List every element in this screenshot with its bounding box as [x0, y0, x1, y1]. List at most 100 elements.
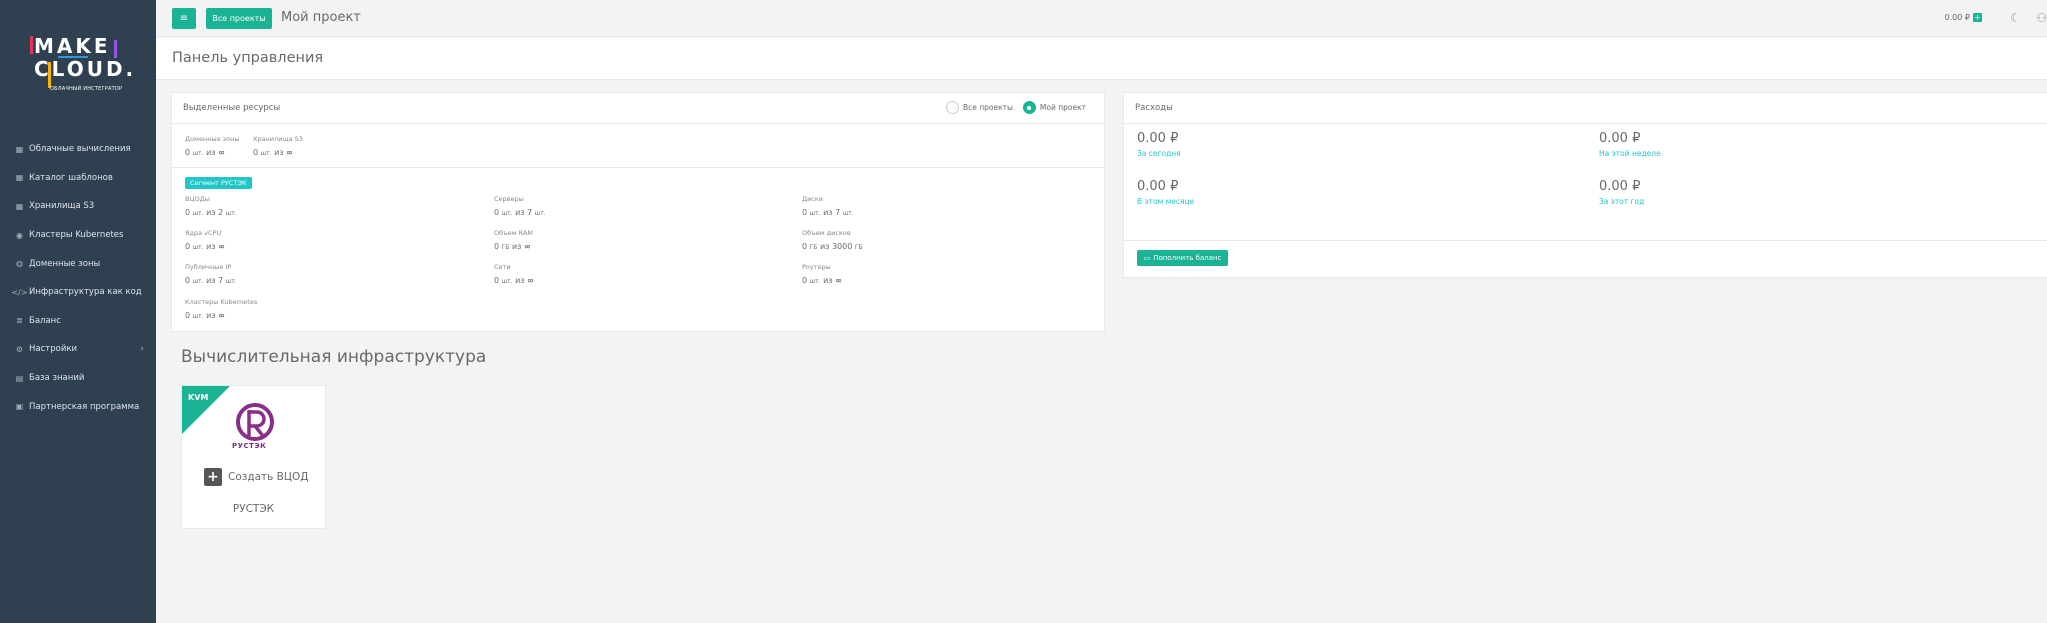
stat-label: Объем RAM [494, 229, 533, 237]
stat-label: Серверы [494, 195, 524, 203]
s3-stat: Хранилища S3 0 шт. из ∞ [253, 135, 303, 157]
vcpu-stat: Ядра vCPU 0 шт. из ∞ [185, 229, 225, 251]
stat-of: из [515, 208, 525, 217]
database-icon: ≣ [16, 316, 23, 326]
menu-toggle-button[interactable]: ≡ [172, 8, 196, 29]
logo-line2: CLOUD. [34, 57, 137, 81]
rustek-logo-icon [236, 403, 274, 441]
sidebar-item-settings[interactable]: ⚙ Настройки › [0, 335, 156, 364]
rustek-brand-label: РУСТЭК [232, 442, 267, 450]
sidebar-item-label: Облачные вычисления [29, 144, 131, 155]
stat-max: 7 [527, 208, 533, 217]
stat-of: из [206, 148, 216, 157]
stat-value: 0 шт. из ∞ [253, 148, 303, 157]
sidebar-item-kubernetes[interactable]: ◉ Кластеры Kubernetes [0, 221, 156, 250]
stat-max: ∞ [527, 276, 534, 285]
stat-number: 0 [494, 276, 500, 285]
plus-icon[interactable]: + [1973, 13, 1982, 22]
stat-number: 0 [185, 276, 191, 285]
balance-indicator[interactable]: 0.00 ₽ + [1945, 13, 1982, 22]
ram-stat: Объем RAM 0 ГБ из ∞ [494, 229, 533, 251]
project-scope-radio-group: Все проекты Мой проект [945, 101, 1086, 114]
stat-value: 0 шт. из ∞ [494, 276, 534, 285]
disk-volume-stat: Объем дисков 0 ГБ из 3000 ГБ [802, 229, 863, 251]
resources-title: Выделенные ресурсы [183, 103, 281, 113]
balance-value: 0.00 ₽ [1944, 13, 1970, 22]
sidebar-item-s3[interactable]: ▦ Хранилища S3 [0, 192, 156, 221]
stat-unit: шт. [192, 313, 204, 320]
sidebar-item-label: База знаний [29, 373, 85, 384]
stat-unit: шт. [192, 210, 204, 217]
make-cloud-logo[interactable]: MAKE CLOUD. ОБЛАЧНЫЙ ИНСТЕГРАТОР [30, 30, 133, 100]
rustek-card[interactable]: KVM РУСТЭК + Создать ВЦОД РУСТЭК [181, 385, 326, 529]
radio-my-project[interactable] [1022, 101, 1036, 114]
all-projects-button[interactable]: Все проекты [206, 8, 272, 29]
book-icon: ▤ [15, 373, 24, 383]
servers-stat: Серверы 0 шт. из 7 шт. [494, 195, 546, 217]
stat-value: 0 шт. из ∞ [185, 242, 225, 251]
disks-stat: Диски 0 шт. из 7 шт. [802, 195, 854, 217]
sidebar-item-cloud-compute[interactable]: ▦ Облачные вычисления [0, 135, 156, 164]
stat-value: 0 шт. из 7 шт. [185, 276, 237, 285]
stat-label: Кластеры Kubernetes [185, 298, 258, 306]
stat-value: 0 шт. из 7 шт. [494, 208, 546, 217]
stat-label: Публичные IP [185, 263, 232, 271]
sidebar-item-label: Настройки [29, 344, 78, 355]
expense-week-value: 0.00 ₽ [1599, 131, 1641, 146]
resources-panel-title: Выделенные ресурсы Все проекты Мой проек… [172, 93, 1104, 124]
globe-icon: ◍ [16, 259, 23, 269]
stat-unit: шт. [501, 210, 513, 217]
sidebar-item-knowledge-base[interactable]: ▤ База знаний [0, 364, 156, 393]
radio-all-projects[interactable] [945, 101, 959, 114]
sidebar-item-label: Хранилища S3 [29, 201, 95, 212]
stat-max: 3000 [831, 242, 853, 251]
create-vdc-button[interactable]: + Создать ВЦОД [204, 468, 309, 486]
k8s-stat: Кластеры Kubernetes 0 шт. из ∞ [185, 298, 257, 320]
expense-today-value: 0.00 ₽ [1137, 131, 1179, 146]
sidebar-item-domains[interactable]: ◍ Доменные зоны [0, 249, 156, 278]
stat-unit: шт. [260, 150, 272, 157]
cogs-icon: ⚙ [15, 344, 24, 354]
stat-unit: шт. [534, 210, 546, 217]
sidebar-item-balance[interactable]: ≣ Баланс [0, 307, 156, 336]
sidebar-item-iac[interactable]: </> Инфраструктура как код [0, 278, 156, 307]
card-icon: ▭ [1143, 254, 1151, 262]
domain-zones-stat: Доменные зоны 0 шт. из ∞ [185, 135, 239, 157]
table-icon: ▦ [15, 144, 24, 154]
stat-value: 0 ГБ из ∞ [494, 242, 533, 251]
chevron-right-icon: › [140, 344, 144, 355]
code-icon: </> [11, 287, 28, 297]
briefcase-icon: ▣ [15, 402, 24, 412]
project-title: Мой проект [281, 10, 361, 25]
sidebar-item-label: Баланс [29, 315, 61, 326]
stat-of: из [823, 208, 833, 217]
sidebar-item-partner[interactable]: ▣ Партнерская программа [0, 392, 156, 421]
divider [1124, 240, 2047, 241]
stat-unit: шт. [192, 244, 204, 251]
stat-unit: шт. [809, 278, 821, 285]
hamburger-icon: ≡ [179, 13, 189, 24]
stat-number: 0 [185, 208, 191, 217]
stat-label: Ядра vCPU [185, 229, 222, 237]
moon-icon[interactable]: ☾ [2010, 11, 2021, 25]
stat-number: 0 [802, 208, 808, 217]
stat-max: ∞ [835, 276, 842, 285]
topup-balance-button[interactable]: ▭ Пополнить баланс [1137, 250, 1228, 266]
sidebar: MAKE CLOUD. ОБЛАЧНЫЙ ИНСТЕГРАТОР ▦ Облачн… [0, 0, 156, 623]
stat-value: 0 шт. из ∞ [802, 276, 842, 285]
stat-label: Хранилища S3 [253, 135, 303, 143]
logo-bar-red [30, 36, 33, 54]
stat-of: из [823, 276, 833, 285]
expense-today-label: За сегодня [1137, 149, 1181, 158]
sidebar-item-templates[interactable]: ▦ Каталог шаблонов [0, 164, 156, 193]
user-icon[interactable]: ⚇ [2036, 11, 2047, 25]
stat-max: 7 [835, 208, 841, 217]
stat-unit: ГБ [809, 244, 818, 251]
stat-of: из [274, 148, 284, 157]
table-icon: ▦ [15, 201, 24, 211]
radio-my-project-label: Мой проект [1039, 103, 1086, 112]
stat-max: ∞ [218, 148, 225, 157]
stat-label: Объем дисков [802, 229, 851, 237]
expense-week-label: На этой неделе [1599, 149, 1661, 158]
stat-max: 7 [218, 276, 224, 285]
